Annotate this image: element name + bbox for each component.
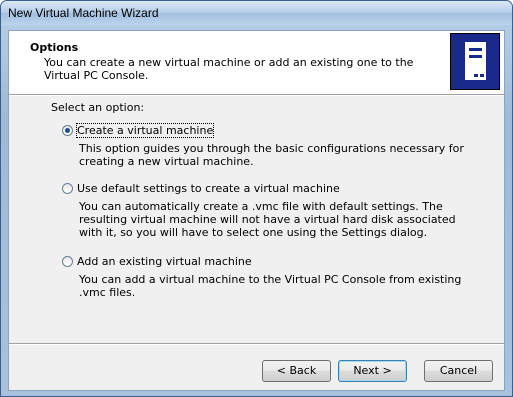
window-title: New Virtual Machine Wizard	[8, 6, 159, 20]
option-add-existing-label[interactable]: Add an existing virtual machine	[77, 255, 252, 268]
virtual-pc-logo-icon	[450, 33, 500, 90]
header-description: You can create a new virtual machine or …	[44, 56, 414, 82]
option-create-vm-label[interactable]: Create a virtual machine	[75, 123, 215, 138]
cancel-button[interactable]: Cancel	[424, 360, 493, 382]
back-button[interactable]: < Back	[262, 360, 331, 382]
option-add-existing-description: You can add a virtual machine to the Vir…	[79, 273, 462, 299]
radio-create-vm[interactable]	[62, 125, 73, 136]
header-title: Options	[30, 41, 79, 54]
wizard-header: Options You can create a new virtual mac…	[9, 31, 504, 94]
select-option-label: Select an option:	[51, 101, 145, 114]
option-default-settings-description: You can automatically create a .vmc file…	[79, 200, 456, 239]
title-bar[interactable]: New Virtual Machine Wizard	[1, 1, 512, 25]
radio-add-existing[interactable]	[62, 256, 73, 267]
wizard-content: Options You can create a new virtual mac…	[8, 30, 505, 391]
wizard-window: New Virtual Machine Wizard Options You c…	[0, 0, 513, 397]
option-create-vm-description: This option guides you through the basic…	[79, 142, 464, 168]
next-button[interactable]: Next >	[338, 360, 407, 382]
radio-default-settings[interactable]	[62, 183, 73, 194]
option-default-settings-label[interactable]: Use default settings to create a virtual…	[77, 182, 340, 195]
